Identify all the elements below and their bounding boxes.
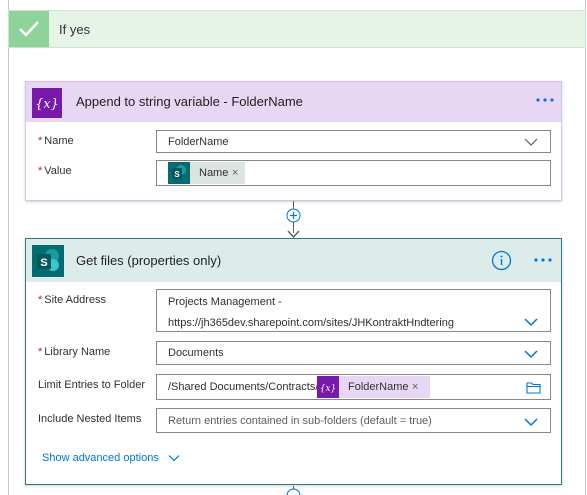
more-icon[interactable] bbox=[532, 90, 558, 110]
library-name-value: Documents bbox=[168, 347, 224, 359]
folder-icon[interactable] bbox=[526, 381, 541, 394]
required-marker: * bbox=[38, 135, 43, 147]
site-address-label-text: Site Address bbox=[44, 294, 107, 306]
name-label: * Name bbox=[38, 135, 74, 147]
svg-text:S: S bbox=[40, 257, 47, 269]
remove-token-icon[interactable]: × bbox=[412, 376, 418, 398]
show-advanced-options[interactable]: Show advanced options bbox=[42, 452, 180, 464]
library-name-label-text: Library Name bbox=[44, 346, 111, 358]
include-nested-placeholder: Return entries contained in sub-folders … bbox=[168, 415, 432, 427]
info-icon[interactable] bbox=[491, 250, 512, 271]
limit-entries-label-text: Limit Entries to Folder bbox=[38, 379, 145, 391]
sharepoint-icon: S bbox=[32, 245, 64, 277]
token-label: Name bbox=[199, 167, 229, 179]
value-label: * Value bbox=[38, 165, 72, 177]
name-dropdown[interactable]: FolderName bbox=[156, 130, 551, 153]
svg-text:S: S bbox=[174, 170, 180, 179]
include-nested-dropdown[interactable]: Return entries contained in sub-folders … bbox=[156, 408, 551, 433]
site-address-line2: https://jh365dev.sharepoint.com/sites/JH… bbox=[168, 317, 454, 329]
add-icon[interactable] bbox=[286, 488, 301, 495]
svg-text:{x}: {x} bbox=[320, 384, 337, 394]
dynamic-content-token[interactable]: {x} FolderName × bbox=[317, 376, 430, 398]
site-address-label: * Site Address bbox=[38, 294, 106, 306]
if-yes-header[interactable]: If yes bbox=[8, 10, 586, 48]
get-files-title: Get files (properties only) bbox=[76, 253, 222, 268]
append-card-header[interactable]: {x} Append to string variable - FolderNa… bbox=[26, 82, 561, 122]
chevron-down-icon bbox=[168, 455, 180, 462]
svg-text:{x}: {x} bbox=[35, 97, 59, 112]
folder-path-text: /Shared Documents/Contracts/ bbox=[168, 381, 319, 393]
check-icon bbox=[9, 11, 49, 47]
append-variable-card: {x} Append to string variable - FolderNa… bbox=[25, 81, 562, 201]
add-icon[interactable] bbox=[286, 208, 301, 223]
token-label: FolderName bbox=[348, 381, 409, 393]
required-marker: * bbox=[38, 346, 43, 358]
append-card-title: Append to string variable - FolderName bbox=[76, 94, 303, 109]
more-icon[interactable] bbox=[530, 250, 556, 270]
name-value: FolderName bbox=[168, 136, 229, 148]
include-nested-label: Include Nested Items bbox=[38, 413, 141, 425]
required-marker: * bbox=[38, 165, 43, 177]
name-label-text: Name bbox=[44, 135, 74, 147]
sharepoint-icon: S bbox=[168, 162, 190, 184]
variable-icon: {x} bbox=[317, 376, 339, 398]
dynamic-content-token[interactable]: S Name × bbox=[168, 162, 245, 184]
chevron-down-icon bbox=[524, 350, 538, 359]
chevron-down-icon bbox=[524, 318, 538, 327]
value-input[interactable]: S Name × bbox=[156, 160, 551, 186]
arrow-down-icon bbox=[286, 226, 301, 239]
limit-entries-label: Limit Entries to Folder bbox=[38, 379, 145, 391]
show-advanced-label: Show advanced options bbox=[42, 452, 159, 464]
site-address-line1: Projects Management - bbox=[168, 296, 282, 308]
variable-icon: {x} bbox=[32, 88, 62, 118]
if-yes-title: If yes bbox=[59, 22, 91, 37]
site-address-dropdown[interactable]: Projects Management - https://jh365dev.s… bbox=[156, 289, 551, 332]
chevron-down-icon bbox=[524, 418, 538, 427]
value-label-text: Value bbox=[44, 165, 72, 177]
chevron-down-icon bbox=[524, 138, 538, 146]
required-marker: * bbox=[38, 294, 43, 306]
remove-token-icon[interactable]: × bbox=[232, 162, 238, 184]
include-nested-label-text: Include Nested Items bbox=[38, 413, 142, 425]
get-files-header[interactable]: S Get files (properties only) bbox=[26, 239, 561, 282]
get-files-card: S Get files (properties only) * Site Addr… bbox=[25, 238, 562, 485]
limit-entries-input[interactable]: /Shared Documents/Contracts/ {x} FolderN… bbox=[156, 374, 551, 400]
library-name-dropdown[interactable]: Documents bbox=[156, 341, 551, 365]
library-name-label: * Library Name bbox=[38, 346, 110, 358]
